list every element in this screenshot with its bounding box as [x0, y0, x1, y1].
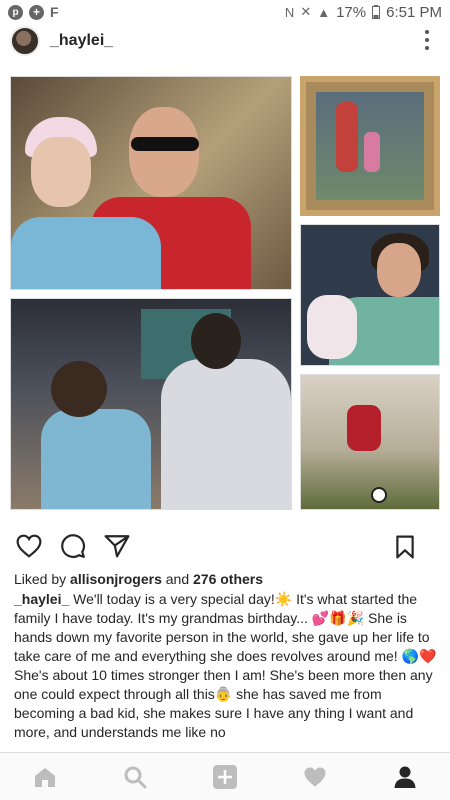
caption-text: We'll today is a very special day!☀️ It'… [14, 591, 437, 740]
profile-icon[interactable] [385, 757, 425, 797]
likes-middle: and [161, 571, 193, 587]
collage-photo-grandma-and-girl [10, 76, 292, 290]
status-bar-right: N ✕ ▲ 17% 6:51 PM [285, 4, 442, 21]
home-icon[interactable] [25, 757, 65, 797]
send-icon[interactable] [102, 531, 132, 561]
avatar[interactable] [10, 26, 40, 56]
likes-prefix: Liked by [14, 571, 71, 587]
likes-count[interactable]: 276 others [193, 571, 263, 587]
bottom-nav [0, 752, 450, 800]
collage-photo-baby [300, 224, 440, 366]
collage-photo-soccer [300, 374, 440, 510]
nfc-icon: N [284, 4, 295, 20]
search-icon[interactable] [115, 757, 155, 797]
collage-photo-kitchen [10, 298, 292, 510]
add-post-icon[interactable] [205, 757, 245, 797]
comment-icon[interactable] [58, 531, 88, 561]
heart-icon[interactable] [14, 531, 44, 561]
post-actions [0, 526, 450, 566]
activity-heart-icon[interactable] [295, 757, 335, 797]
liked-by-user[interactable]: allisonjrogers [70, 571, 162, 587]
signal-icon: ▲ [317, 4, 331, 20]
bookmark-icon[interactable] [390, 532, 420, 562]
post-username[interactable]: _haylei_ [50, 32, 113, 50]
caption-author[interactable]: _haylei_ [14, 591, 69, 607]
status-bar: p + F N ✕ ▲ 17% 6:51 PM [0, 0, 450, 24]
likes-line[interactable]: Liked by allisonjrogers and 276 others [14, 570, 438, 588]
post-header: _haylei_ [0, 24, 450, 58]
status-bar-left: p + F [8, 4, 59, 20]
battery-percent: 17% [336, 3, 367, 21]
notification-plus-icon: + [29, 4, 44, 20]
collage-photo-framed [300, 76, 440, 216]
battery-icon [372, 5, 381, 19]
mute-icon: ✕ [300, 4, 312, 19]
clock: 6:51 PM [386, 3, 442, 21]
post-image[interactable] [0, 62, 450, 518]
post-caption: _haylei_ We'll today is a very special d… [14, 590, 438, 748]
more-vertical-icon[interactable] [424, 30, 430, 50]
notification-f-icon: F [50, 4, 59, 20]
pinterest-icon: p [8, 4, 23, 20]
